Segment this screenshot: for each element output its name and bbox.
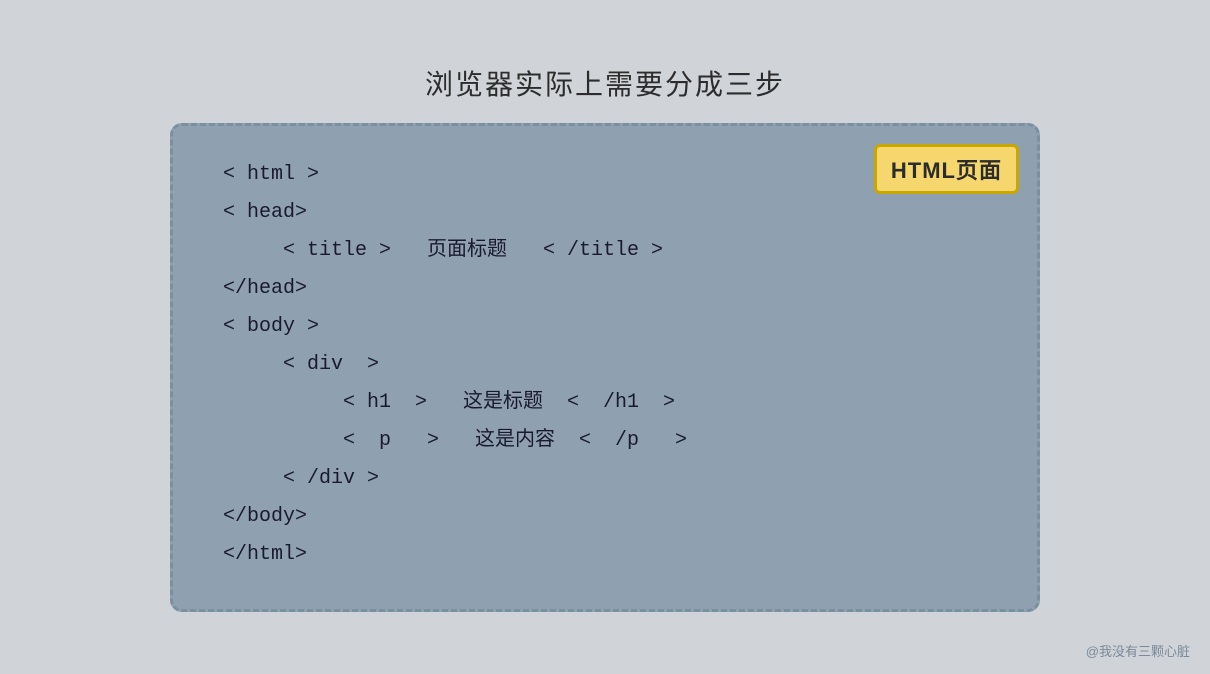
page-title: 浏览器实际上需要分成三步 [425,63,785,103]
code-line-1: < html > [223,156,987,194]
code-line-5: < body > [223,308,987,346]
code-block: < html > < head> < title > 页面标题 < /title… [223,156,987,574]
code-line-3: < title > 页面标题 < /title > [223,232,987,270]
code-line-9: < /div > [223,460,987,498]
code-line-4: </head> [223,270,987,308]
code-container: HTML页面 < html > < head> < title > 页面标题 <… [170,123,1040,612]
code-line-7: < h1 > 这是标题 < /h1 > [223,384,987,422]
watermark: @我没有三颗心脏 [1086,641,1190,660]
html-badge: HTML页面 [874,144,1019,194]
code-line-6: < div > [223,346,987,384]
code-line-11: </html> [223,536,987,574]
code-line-8: < p > 这是内容 < /p > [223,422,987,460]
code-line-2: < head> [223,194,987,232]
code-line-10: </body> [223,498,987,536]
